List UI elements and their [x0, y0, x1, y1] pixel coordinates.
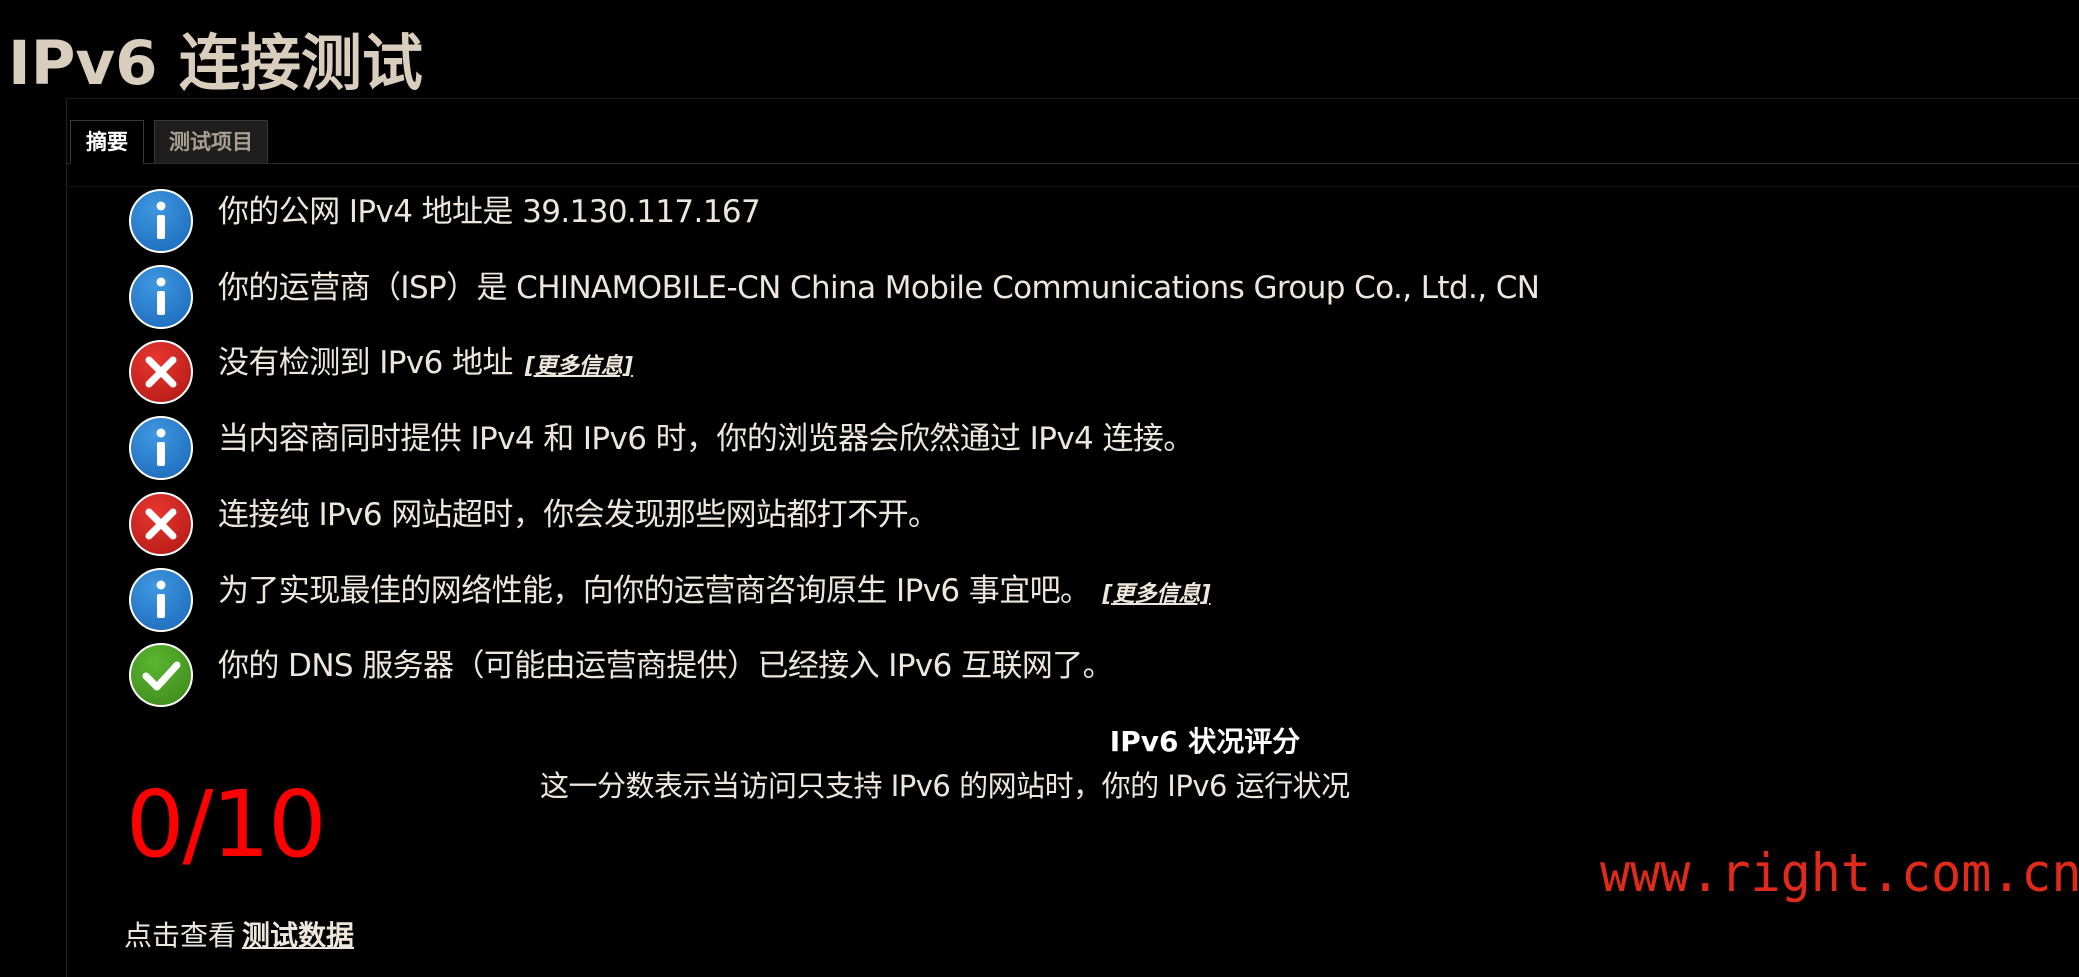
result-message: 当内容商同时提供 IPv4 和 IPv6 时，你的浏览器会欣然通过 IPv4 连… — [218, 421, 1194, 458]
result-text: 为了实现最佳的网络性能，向你的运营商咨询原生 IPv6 事宜吧。 [更多信息] — [218, 571, 1211, 615]
content-divider — [66, 186, 2079, 187]
error-x-icon — [129, 491, 193, 556]
check-icon — [129, 643, 193, 708]
more-info-link[interactable]: [更多信息] — [525, 354, 633, 379]
page-title: IPv6 连接测试 — [8, 28, 423, 99]
result-row: 为了实现最佳的网络性能，向你的运营商咨询原生 IPv6 事宜吧。 [更多信息] — [128, 567, 2028, 637]
result-row: 你的运营商（ISP）是 CHINAMOBILE-CN China Mobile … — [128, 264, 2028, 334]
result-row: 你的 DNS 服务器（可能由运营商提供）已经接入 IPv6 互联网了。 — [128, 642, 2028, 712]
error-x-icon — [129, 340, 193, 405]
result-text: 当内容商同时提供 IPv4 和 IPv6 时，你的浏览器会欣然通过 IPv4 连… — [218, 419, 1194, 459]
result-text: 没有检测到 IPv6 地址 [更多信息] — [218, 343, 633, 387]
rating-description: 这一分数表示当访问只支持 IPv6 的网站时，你的 IPv6 运行状况 — [540, 769, 1350, 803]
result-message: 为了实现最佳的网络性能，向你的运营商咨询原生 IPv6 事宜吧。 — [218, 572, 1091, 609]
result-message: 连接纯 IPv6 网站超时，你会发现那些网站都打不开。 — [218, 496, 939, 533]
info-icon — [129, 264, 193, 329]
result-text: 你的公网 IPv4 地址是 39.130.117.167 — [218, 192, 761, 232]
result-message: 没有检测到 IPv6 地址 — [218, 345, 513, 382]
view-test-data: 点击查看 测试数据 — [124, 916, 354, 956]
test-data-link[interactable]: 测试数据 — [242, 919, 354, 952]
score-value: 0/10 — [126, 771, 327, 878]
info-icon — [129, 567, 193, 632]
result-message: 你的运营商（ISP）是 CHINAMOBILE-CN China Mobile … — [218, 269, 1540, 306]
info-icon — [129, 416, 193, 481]
more-info-link[interactable]: [更多信息] — [1102, 582, 1210, 607]
result-row: 连接纯 IPv6 网站超时，你会发现那些网站都打不开。 — [128, 491, 2028, 561]
result-message: 你的 DNS 服务器（可能由运营商提供）已经接入 IPv6 互联网了。 — [218, 648, 1114, 685]
tab-summary[interactable]: 摘要 — [70, 120, 144, 164]
result-text: 你的 DNS 服务器（可能由运营商提供）已经接入 IPv6 互联网了。 — [218, 646, 1114, 686]
result-row: 没有检测到 IPv6 地址 [更多信息] — [128, 339, 2028, 409]
result-message: 你的公网 IPv4 地址是 39.130.117.167 — [218, 194, 761, 230]
result-row: 当内容商同时提供 IPv4 和 IPv6 时，你的浏览器会欣然通过 IPv4 连… — [128, 415, 2028, 485]
rating-heading: IPv6 状况评分 — [1109, 725, 1301, 758]
view-data-label: 点击查看 — [124, 919, 237, 952]
info-icon — [129, 189, 193, 253]
watermark-text: www.right.com.cn — [1600, 842, 2079, 904]
result-text: 你的运营商（ISP）是 CHINAMOBILE-CN China Mobile … — [218, 268, 1540, 308]
result-text: 连接纯 IPv6 网站超时，你会发现那些网站都打不开。 — [218, 495, 939, 535]
tab-test-items[interactable]: 测试项目 — [154, 120, 268, 164]
tab-divider — [66, 163, 2079, 164]
result-row: 你的公网 IPv4 地址是 39.130.117.167 — [128, 188, 2028, 258]
